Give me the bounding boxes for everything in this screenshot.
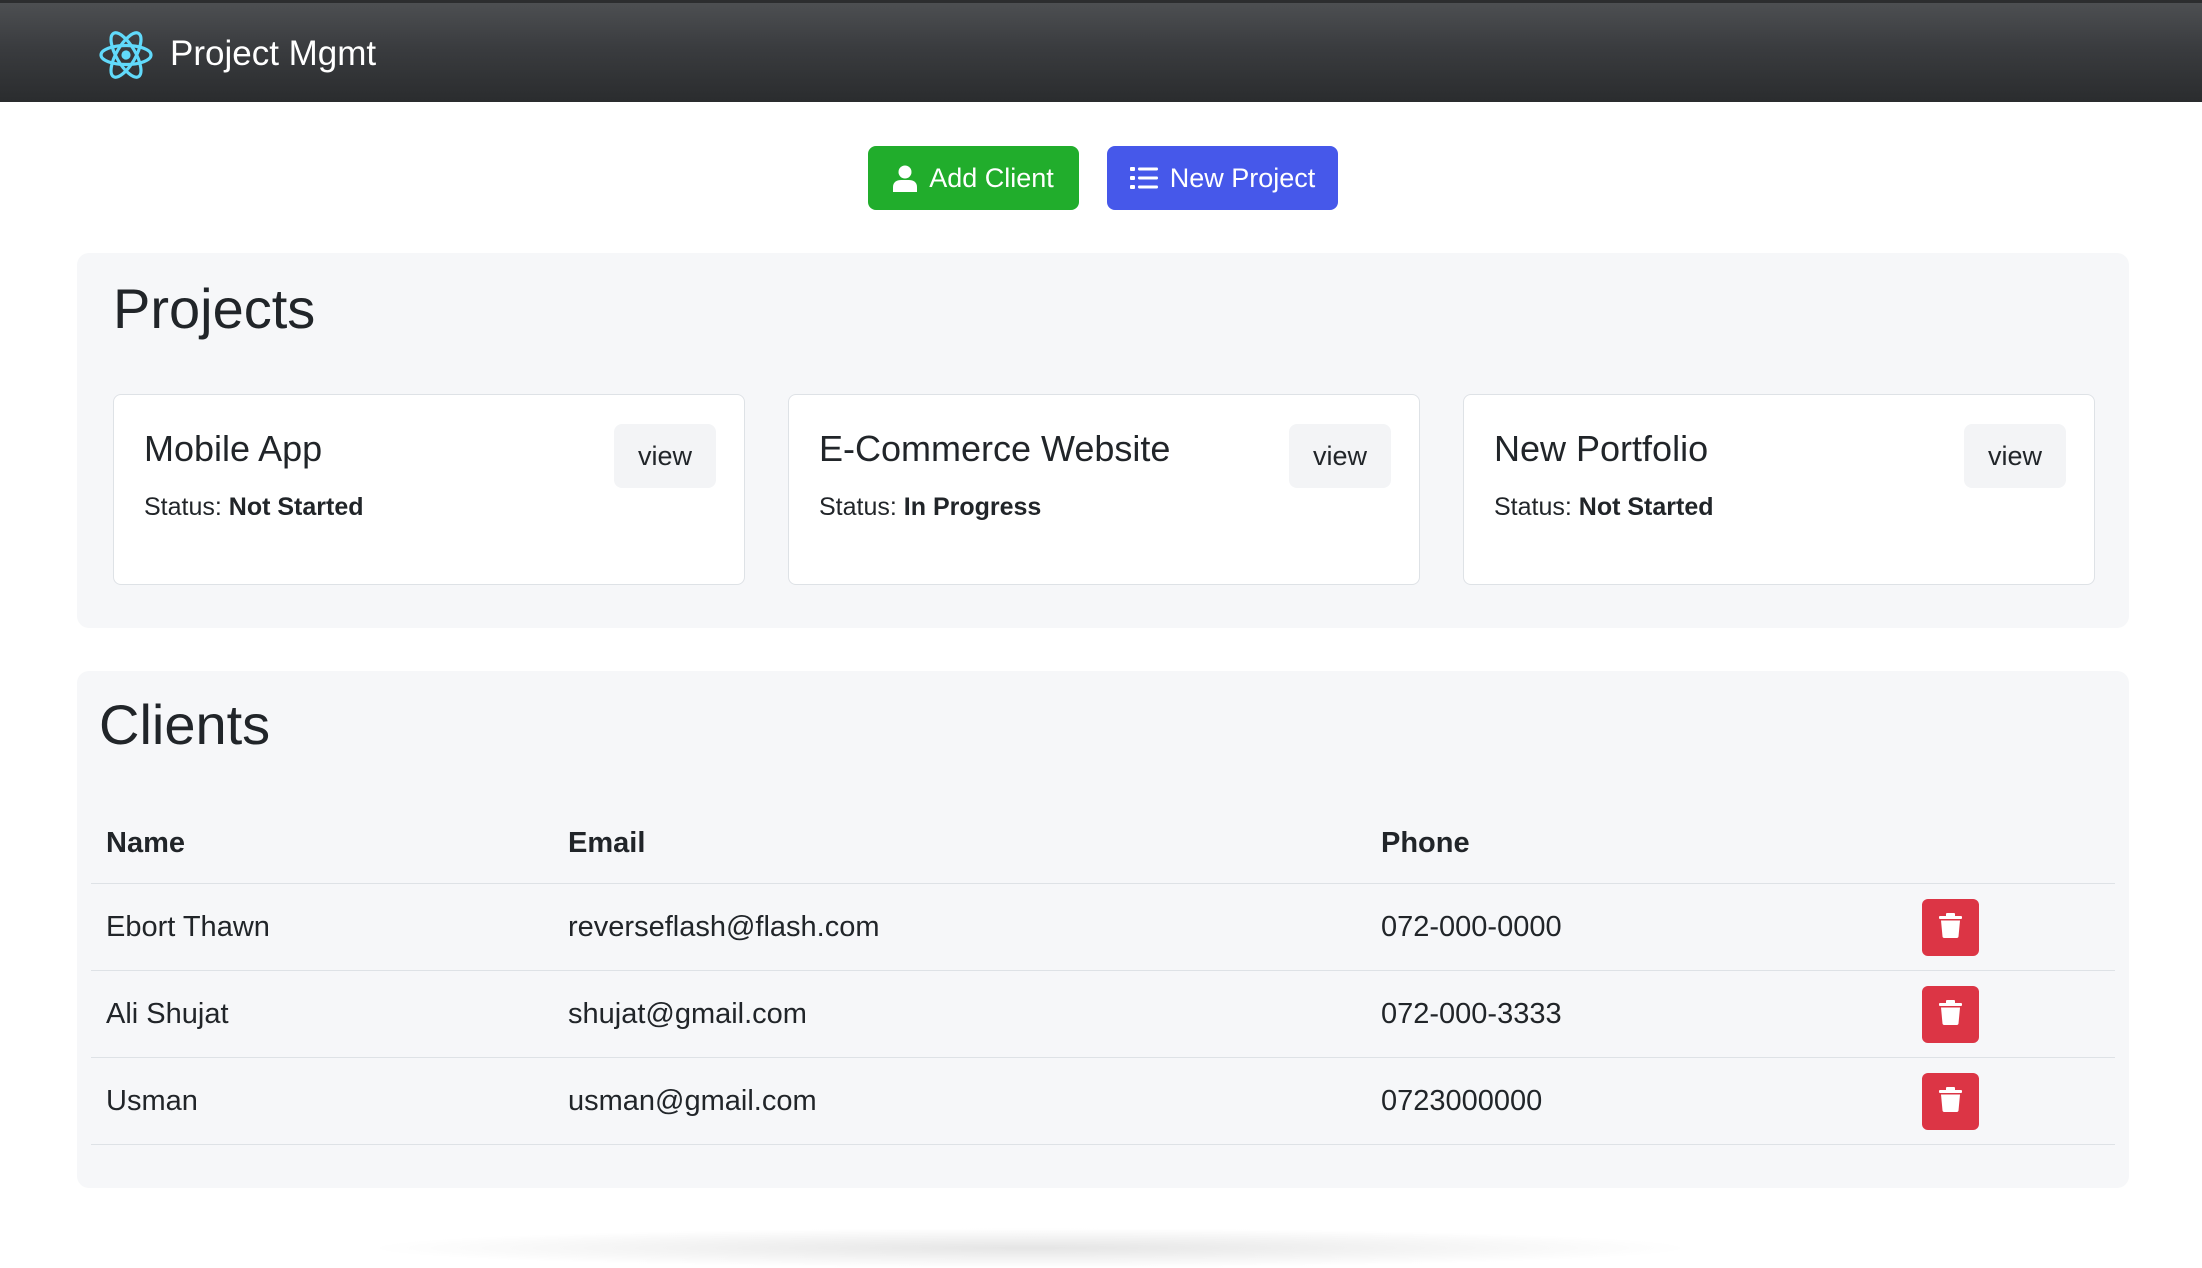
client-email: reverseflash@flash.com <box>568 911 880 943</box>
delete-client-button[interactable] <box>1922 986 1979 1043</box>
project-status-value: Not Started <box>228 493 364 521</box>
row-divider <box>91 970 2115 971</box>
client-email: usman@gmail.com <box>568 1085 817 1117</box>
project-card: Mobile App Status: Not Started view <box>113 394 745 585</box>
client-phone: 072-000-3333 <box>1381 998 1562 1030</box>
project-status: Status: Not Started <box>1494 493 1714 521</box>
project-name: Mobile App <box>144 428 323 469</box>
trash-icon <box>1939 912 1962 943</box>
project-status-value: Not Started <box>1578 493 1714 521</box>
add-client-button[interactable]: Add Client <box>868 146 1079 210</box>
project-status-value: In Progress <box>903 493 1042 521</box>
user-icon <box>893 165 918 192</box>
add-client-label: Add Client <box>929 162 1054 193</box>
app-title[interactable]: Project Mgmt <box>170 31 376 77</box>
navbar: Project Mgmt <box>0 0 2202 102</box>
column-header-name: Name <box>106 827 185 859</box>
row-divider <box>91 1057 2115 1058</box>
project-status: Status: In Progress <box>819 493 1042 521</box>
column-header-phone: Phone <box>1381 827 1470 859</box>
project-card: New Portfolio Status: Not Started view <box>1463 394 2095 585</box>
view-project-button[interactable]: view <box>1964 424 2066 488</box>
project-card: E-Commerce Website Status: In Progress v… <box>788 394 1420 585</box>
delete-client-button[interactable] <box>1922 899 1979 956</box>
clients-panel: Clients Name Email Phone Ebort Thawn rev… <box>77 671 2129 1188</box>
new-project-button[interactable]: New Project <box>1107 146 1338 210</box>
list-icon <box>1129 166 1158 190</box>
react-atom-icon[interactable] <box>98 29 154 81</box>
column-header-email: Email <box>568 827 646 859</box>
projects-panel: Projects Mobile App Status: Not Started … <box>77 253 2129 628</box>
client-name: Usman <box>106 1085 198 1117</box>
project-name: E-Commerce Website <box>819 428 1171 469</box>
client-phone: 0723000000 <box>1381 1085 1543 1117</box>
row-divider <box>91 1144 2115 1145</box>
header-divider <box>91 883 2115 884</box>
client-name: Ebort Thawn <box>106 911 270 943</box>
view-project-button[interactable]: view <box>614 424 716 488</box>
project-status: Status: Not Started <box>144 493 364 521</box>
client-name: Ali Shujat <box>106 998 229 1030</box>
client-phone: 072-000-0000 <box>1381 911 1562 943</box>
projects-title: Projects <box>113 277 316 340</box>
delete-client-button[interactable] <box>1922 1073 1979 1130</box>
client-email: shujat@gmail.com <box>568 998 807 1030</box>
trash-icon <box>1939 999 1962 1030</box>
bottom-shadow <box>360 1228 1700 1268</box>
trash-icon <box>1939 1086 1962 1117</box>
clients-title: Clients <box>99 693 271 756</box>
new-project-label: New Project <box>1169 162 1316 193</box>
view-project-button[interactable]: view <box>1289 424 1391 488</box>
project-name: New Portfolio <box>1494 428 1709 469</box>
